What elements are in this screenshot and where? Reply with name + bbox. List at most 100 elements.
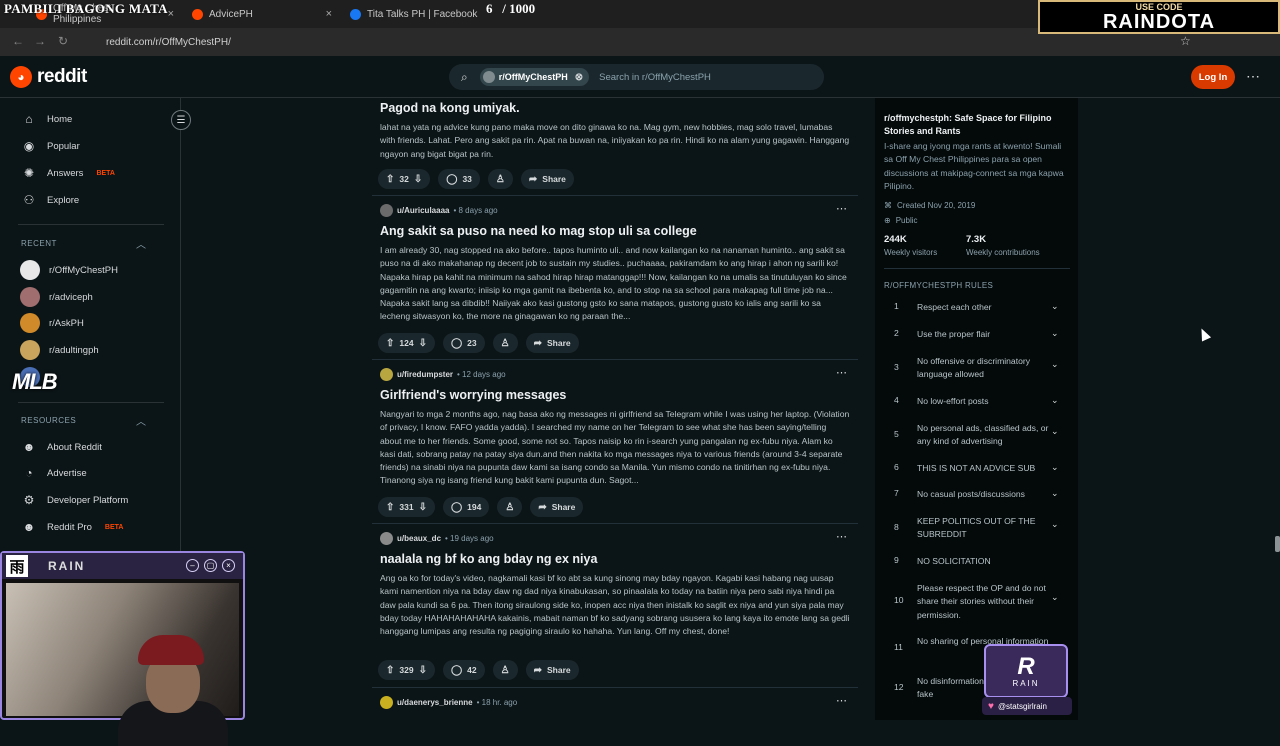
upvote-icon[interactable]: ⇧ (386, 174, 394, 185)
vote-control[interactable]: ⇧ 124 ⇩ (378, 333, 435, 353)
post-more-icon[interactable]: ⋯ (836, 202, 847, 215)
back-icon[interactable]: ← (12, 34, 24, 48)
comments-button[interactable]: ◯ 23 (442, 333, 485, 353)
sidebar-item-developer-platform[interactable]: ⚙ Developer Platform (20, 490, 129, 510)
rule-item[interactable]: 4 No low-effort posts ⌄ (884, 395, 1070, 409)
share-button[interactable]: ➦ Share (525, 660, 579, 680)
sidebar-item-askph[interactable]: r/AskPH (20, 313, 84, 333)
comments-button[interactable]: ◯ 194 (442, 497, 490, 517)
sidebar-item-adultingph[interactable]: r/adultingph (20, 340, 99, 360)
tab-titatalks[interactable]: Tita Talks PH | Facebook (344, 4, 504, 24)
vote-control[interactable]: ⇧ 329 ⇩ (378, 660, 435, 680)
address-bar[interactable]: reddit.com/r/OffMyChestPH/ (82, 32, 1022, 52)
subreddit-search-chip[interactable]: r/OffMyChestPH ⊗ (479, 68, 590, 86)
upvote-icon[interactable]: ⇧ (386, 338, 394, 349)
bookmark-star-icon[interactable]: ☆ (1180, 34, 1191, 48)
sidebar-item-answers[interactable]: ✺ Answers BETA (20, 163, 115, 183)
post-card[interactable]: u/Auriculaaaa • 8 days ago ⋯ Ang sakit s… (372, 196, 858, 360)
resources-section-header[interactable]: RESOURCES (21, 416, 76, 425)
sidebar-item-explore[interactable]: ⚇ Explore (20, 190, 80, 210)
rule-item[interactable]: 3 No offensive or discriminatory languag… (884, 355, 1070, 382)
chevron-down-icon[interactable]: ⌄ (1051, 359, 1059, 370)
user-avatar[interactable] (380, 532, 393, 545)
award-button[interactable]: ♙ (492, 333, 518, 353)
downvote-icon[interactable]: ⇩ (419, 665, 427, 676)
rule-item[interactable]: 5 No personal ads, classified ads, or an… (884, 422, 1070, 449)
comments-button[interactable]: ◯ 33 (438, 169, 480, 189)
post-card[interactable]: u/firedumpster • 12 days ago ⋯ Girlfrien… (372, 360, 858, 524)
vote-control[interactable]: ⇧ 331 ⇩ (378, 497, 435, 517)
user-avatar[interactable] (380, 368, 393, 381)
clear-chip-icon[interactable]: ⊗ (575, 72, 583, 83)
chevron-down-icon[interactable]: ⌄ (1051, 592, 1059, 603)
collapse-sidebar-icon[interactable]: ☰ (171, 110, 191, 130)
rule-item[interactable]: 6 THIS IS NOT AN ADVICE SUB ⌄ (884, 462, 1070, 476)
share-button[interactable]: ➦ Share (520, 169, 574, 189)
more-options-icon[interactable]: ⋯ (1246, 68, 1260, 85)
user-avatar[interactable] (380, 696, 393, 709)
sidebar-item-popular[interactable]: ◉ Popular (20, 136, 80, 156)
chevron-up-icon[interactable]: ︿ (136, 413, 146, 428)
search-bar[interactable]: ⌕ r/OffMyChestPH ⊗ Search in r/OffMyChes… (449, 64, 824, 90)
award-button[interactable]: ♙ (497, 497, 523, 517)
close-tab-icon[interactable]: × (326, 8, 332, 20)
recent-section-header[interactable]: RECENT (21, 239, 57, 248)
close-tab-icon[interactable]: × (168, 8, 174, 20)
post-title[interactable]: naalala ng bf ko ang bday ng ex niya (380, 552, 597, 566)
chevron-down-icon[interactable]: ⌄ (1051, 395, 1059, 406)
post-more-icon[interactable]: ⋯ (836, 366, 847, 379)
post-title[interactable]: Pagod na kong umiyak. (380, 101, 520, 115)
award-button[interactable]: ♙ (492, 660, 518, 680)
downvote-icon[interactable]: ⇩ (419, 502, 427, 513)
rule-item[interactable]: 9 NO SOLICITATION (884, 555, 1070, 569)
post-author[interactable]: u/firedumpster (397, 370, 453, 379)
rule-item[interactable]: 10 Please respect the OP and do not shar… (884, 582, 1070, 622)
rule-item[interactable]: 2 Use the proper flair ⌄ (884, 328, 1070, 342)
sidebar-item-adviceph[interactable]: r/adviceph (20, 287, 93, 307)
downvote-icon[interactable]: ⇩ (414, 174, 422, 185)
rule-item[interactable]: 7 No casual posts/discussions ⌄ (884, 488, 1070, 502)
rule-item[interactable]: 1 Respect each other ⌄ (884, 301, 1070, 315)
award-button[interactable]: ♙ (487, 169, 513, 189)
chevron-up-icon[interactable]: ︿ (136, 236, 146, 251)
post-author[interactable]: u/beaux_dc (397, 534, 441, 543)
reddit-wordmark[interactable]: reddit (37, 66, 87, 88)
share-button[interactable]: ➦ Share (530, 497, 584, 517)
post-title[interactable]: Girlfriend's worrying messages (380, 388, 566, 402)
post-more-icon[interactable]: ⋯ (836, 530, 847, 543)
post-more-icon[interactable]: ⋯ (836, 694, 847, 707)
sidebar-item-advertise[interactable]: ◔ Advertise (20, 463, 86, 483)
post-card[interactable]: u/beaux_dc • 19 days ago ⋯ naalala ng bf… (372, 524, 858, 688)
upvote-icon[interactable]: ⇧ (386, 502, 394, 513)
rule-item[interactable]: 8 KEEP POLITICS OUT OF THE SUBREDDIT ⌄ (884, 515, 1070, 542)
chevron-down-icon[interactable]: ⌄ (1051, 488, 1059, 499)
reddit-logo-icon[interactable]: ◕ (10, 66, 32, 88)
sidebar-item-home[interactable]: ⌂ Home (20, 109, 72, 129)
login-button[interactable]: Log In (1191, 65, 1235, 89)
vote-control[interactable]: ⇧ 32 ⇩ (378, 169, 431, 189)
page-scrollbar[interactable] (1274, 60, 1280, 720)
post-author[interactable]: u/daenerys_brienne (397, 698, 473, 707)
post-title[interactable]: Ang sakit sa puso na need ko mag stop ul… (380, 224, 697, 238)
chevron-down-icon[interactable]: ⌄ (1051, 519, 1059, 530)
post-card[interactable]: u/daenerys_brienne • 18 hr. ago ⋯ (372, 688, 858, 720)
tab-adviceph[interactable]: AdvicePH × (186, 4, 338, 24)
post-author[interactable]: u/Auriculaaaa (397, 206, 449, 215)
chevron-down-icon[interactable]: ⌄ (1051, 301, 1059, 312)
chevron-down-icon[interactable]: ⌄ (1051, 328, 1059, 339)
post-card[interactable]: Pagod na kong umiyak. lahat na yata ng a… (372, 98, 858, 196)
downvote-icon[interactable]: ⇩ (419, 338, 427, 349)
chevron-down-icon[interactable]: ⌄ (1051, 462, 1059, 473)
sidebar-item-reddit-pro[interactable]: ☻ Reddit Pro BETA (20, 517, 124, 537)
reload-icon[interactable]: ↻ (58, 34, 68, 48)
sidebar-item-offmychestph[interactable]: r/OffMyChestPH (20, 260, 118, 280)
sidebar-item-about-reddit[interactable]: ☻ About Reddit (20, 437, 102, 457)
forward-icon[interactable]: → (34, 34, 46, 48)
comments-button[interactable]: ◯ 42 (442, 660, 485, 680)
user-avatar[interactable] (380, 204, 393, 217)
scrollbar-thumb[interactable] (1275, 536, 1280, 552)
chevron-down-icon[interactable]: ⌄ (1051, 426, 1059, 437)
share-button[interactable]: ➦ Share (525, 333, 579, 353)
search-input[interactable]: Search in r/OffMyChestPH (599, 72, 711, 83)
upvote-icon[interactable]: ⇧ (386, 665, 394, 676)
